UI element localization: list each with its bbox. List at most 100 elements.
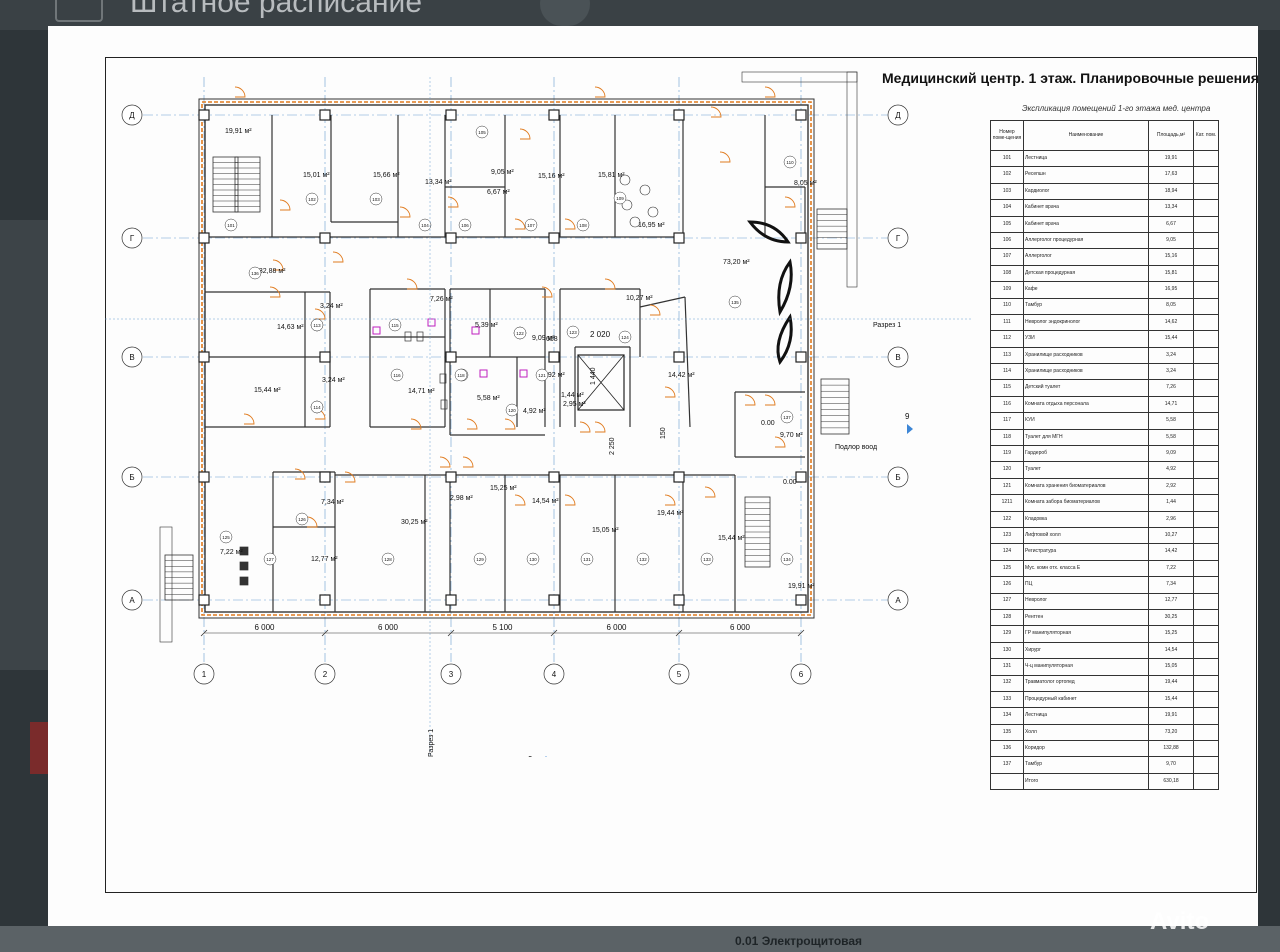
axis-label: 2 bbox=[323, 670, 328, 679]
room-area-label: 7,34 м² bbox=[321, 499, 344, 506]
room-number-cell: 126 bbox=[990, 576, 1024, 594]
door-swing bbox=[504, 418, 516, 430]
room-category-cell bbox=[1193, 559, 1219, 578]
table-row: 104 Кабинет врача 13,34 bbox=[990, 199, 1219, 217]
room-number-text: 101 bbox=[227, 223, 235, 228]
door-swing bbox=[579, 421, 591, 433]
table-row: 130 Хирург 14,54 bbox=[990, 641, 1219, 660]
structural-column bbox=[198, 351, 210, 363]
room-area-label: 14,42 м² bbox=[668, 372, 695, 379]
room-area-cell: 6,67 bbox=[1148, 215, 1194, 233]
room-area-cell: 30,25 bbox=[1148, 608, 1194, 627]
room-name-cell: Мус. комн отх. класса Е bbox=[1023, 559, 1149, 578]
room-name-cell: Тамбур bbox=[1023, 297, 1149, 315]
structural-column bbox=[198, 232, 210, 244]
waste-bin bbox=[239, 561, 249, 571]
room-category-cell bbox=[1193, 592, 1219, 610]
room-number-text: 104 bbox=[421, 223, 429, 228]
room-area-cell: 14,62 bbox=[1148, 313, 1194, 332]
room-name-cell: Лифтовой холл bbox=[1023, 526, 1149, 545]
door-swing bbox=[594, 86, 606, 98]
door-swing bbox=[243, 413, 255, 425]
room-name-cell: Хирург bbox=[1023, 641, 1149, 660]
room-category-cell bbox=[1193, 494, 1219, 512]
table-row: Итого 630,18 bbox=[990, 772, 1219, 791]
room-area-cell: 9,05 bbox=[1148, 231, 1194, 250]
room-name-cell: Коридор bbox=[1023, 740, 1149, 758]
room-number-text: 132 bbox=[639, 557, 647, 562]
table-row: 131 Ч-ц манипуляторная 15,05 bbox=[990, 658, 1219, 676]
room-area-label: 4,92 м² bbox=[523, 408, 546, 415]
room-number-text: 114 bbox=[313, 405, 321, 410]
door-swing bbox=[710, 106, 722, 118]
table-row: 111 Невролог эндокринолог 14,62 bbox=[990, 313, 1219, 332]
room-area-cell: 2,92 bbox=[1148, 477, 1194, 496]
room-name-cell: Аллерголог bbox=[1023, 248, 1149, 266]
room-number-cell: 131 bbox=[990, 658, 1024, 676]
room-category-cell bbox=[1193, 379, 1219, 397]
room-number-cell: 132 bbox=[990, 674, 1024, 692]
room-area-cell: 15,44 bbox=[1148, 330, 1194, 348]
structural-column bbox=[795, 594, 807, 606]
room-name-cell: Процедурный кабинет bbox=[1023, 690, 1149, 709]
floor-plan: Д ДГ ГВ ВБ БА А1 2 3 4 5 66 000 6 000 5 100 6 000 6 00… bbox=[105, 71, 973, 757]
structural-column bbox=[795, 232, 807, 244]
room-area-label: 2,98 м² bbox=[450, 495, 473, 502]
table-row: 121 Комната хранения биоматериалов 2,92 bbox=[990, 477, 1219, 496]
room-number-text: 129 bbox=[476, 557, 484, 562]
axis-label: Б bbox=[895, 473, 900, 482]
sanitary-fixture bbox=[479, 369, 488, 378]
room-area-cell: 17,63 bbox=[1148, 166, 1194, 184]
room-number-cell: 104 bbox=[990, 199, 1024, 217]
axis-label: А bbox=[129, 596, 135, 605]
room-name-cell: Детская процедурная bbox=[1023, 264, 1149, 283]
room-area-label: 6,67 м² bbox=[487, 189, 510, 196]
room-number-text: 102 bbox=[308, 197, 316, 202]
room-category-cell bbox=[1193, 445, 1219, 463]
room-number-text: 106 bbox=[461, 223, 469, 228]
room-name-cell: ПЦ bbox=[1023, 576, 1149, 594]
room-area-cell: 14,54 bbox=[1148, 641, 1194, 660]
room-area-label: 15,16 м² bbox=[538, 173, 565, 180]
room-name-cell: Лестница bbox=[1023, 149, 1149, 168]
room-name-cell: Кафе bbox=[1023, 281, 1149, 299]
room-number-cell: 119 bbox=[990, 445, 1024, 463]
back-button[interactable] bbox=[55, 0, 103, 22]
room-area-label: 13,34 м² bbox=[425, 179, 452, 186]
room-name-cell: Рентген bbox=[1023, 608, 1149, 627]
axis-label: 1 bbox=[202, 670, 207, 679]
cafe-table bbox=[639, 184, 651, 196]
room-number-cell: 134 bbox=[990, 707, 1024, 725]
room-number-text: 105 bbox=[478, 130, 486, 135]
room-area-label: 14,54 м² bbox=[532, 498, 559, 505]
room-category-cell bbox=[1193, 182, 1219, 201]
room-name-cell: ГР манипуляторная bbox=[1023, 625, 1149, 643]
cafe-table bbox=[647, 206, 659, 218]
door-swing bbox=[649, 304, 661, 316]
door-swing bbox=[466, 418, 478, 430]
toilet-fixture bbox=[440, 399, 448, 410]
door-swing bbox=[564, 218, 576, 230]
room-area-cell: 7,34 bbox=[1148, 576, 1194, 594]
room-category-cell bbox=[1193, 740, 1219, 758]
table-row: 115 Детский туалет 7,26 bbox=[990, 379, 1219, 397]
room-category-cell bbox=[1193, 346, 1219, 365]
door-swing bbox=[399, 206, 411, 218]
ramp bbox=[741, 71, 858, 83]
room-category-cell bbox=[1193, 641, 1219, 660]
dimension-label: 5 100 bbox=[492, 623, 513, 632]
room-number-cell: 130 bbox=[990, 641, 1024, 660]
axis-label: А bbox=[895, 596, 901, 605]
room-number-text: 107 bbox=[527, 223, 535, 228]
room-number-cell: 110 bbox=[990, 297, 1024, 315]
room-number-cell: 118 bbox=[990, 428, 1024, 447]
room-number-cell: 128 bbox=[990, 608, 1024, 627]
structural-column bbox=[445, 471, 457, 483]
room-number-cell: 106 bbox=[990, 231, 1024, 250]
room-category-cell bbox=[1193, 461, 1219, 479]
room-number-cell: 129 bbox=[990, 625, 1024, 643]
room-category-cell bbox=[1193, 231, 1219, 250]
door-swing bbox=[314, 308, 326, 320]
room-area-cell: 15,25 bbox=[1148, 625, 1194, 643]
room-area-label: 1,44 м² bbox=[561, 392, 584, 399]
